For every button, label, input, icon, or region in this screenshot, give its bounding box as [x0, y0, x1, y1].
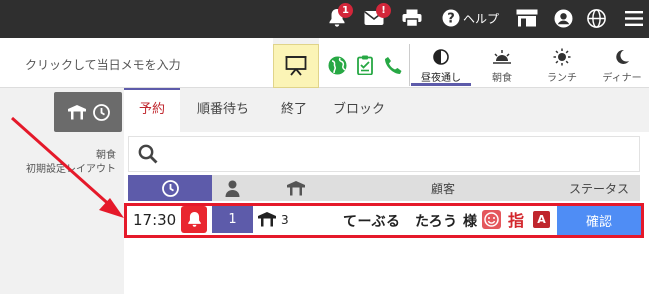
language-button[interactable]: [587, 6, 606, 30]
view-toggle-button[interactable]: [54, 92, 122, 132]
store-icon: [516, 9, 538, 27]
print-button[interactable]: [402, 6, 422, 30]
customer-name[interactable]: てーぶる たろう 様: [343, 211, 477, 231]
printer-icon: [402, 9, 422, 27]
web-reservation-button[interactable]: [327, 55, 347, 75]
globe-icon: [328, 56, 346, 74]
globe-icon: [587, 8, 606, 28]
person-icon: [225, 180, 240, 197]
header-customer-column[interactable]: 顧客: [388, 175, 498, 201]
message-badge: !: [376, 3, 391, 18]
reservation-time: 17:30: [133, 211, 177, 229]
top-bar: 1 ! ? ヘルプ: [0, 0, 649, 38]
hamburger-menu-icon: [625, 10, 643, 26]
menu-button[interactable]: [625, 6, 643, 30]
tab-reservations[interactable]: 予約: [124, 88, 180, 132]
header-table-column[interactable]: [253, 175, 339, 201]
store-button[interactable]: [516, 6, 538, 30]
daily-memo-placeholder: クリックして当日メモを入力: [25, 58, 181, 72]
table-icon: [287, 181, 305, 196]
phone-button[interactable]: [383, 55, 403, 75]
daily-memo-input[interactable]: クリックして当日メモを入力: [0, 38, 273, 88]
toolbar-divider: [409, 44, 410, 86]
reminder-button[interactable]: [181, 206, 207, 233]
tab-block[interactable]: ブロック: [322, 88, 396, 132]
svg-text:?: ?: [447, 12, 455, 27]
bell-icon: [187, 212, 201, 227]
meal-tab-label: ディナー: [602, 73, 642, 84]
meal-label: 朝食: [96, 150, 116, 161]
table-number: 3: [281, 213, 289, 227]
header-party-size-column[interactable]: [212, 175, 253, 201]
help-button[interactable]: ? ヘルプ: [442, 6, 499, 30]
search-input[interactable]: [128, 136, 640, 172]
clock-icon: [161, 179, 179, 197]
app-root: 1 ! ? ヘルプ クリックして当日メモを入力 昼夜通し 朝食 ランチ ディナー…: [0, 0, 649, 294]
party-size: 1: [212, 206, 253, 233]
half-circle-icon: [433, 49, 449, 65]
clock-icon: [92, 103, 110, 121]
presentation-button[interactable]: [273, 44, 319, 88]
user-circle-icon: [554, 9, 573, 27]
messages-button[interactable]: !: [364, 3, 391, 30]
phone-icon: [384, 56, 401, 74]
meal-tab-breakfast[interactable]: 朝食: [472, 44, 532, 86]
rank-badge: A: [533, 211, 550, 228]
meal-tab-dinner[interactable]: ディナー: [592, 44, 649, 86]
layout-label[interactable]: 初期設定レイアウト: [26, 160, 116, 175]
table-icon: [67, 105, 86, 120]
tab-finished[interactable]: 終了: [266, 88, 322, 132]
header-time-column[interactable]: [128, 175, 212, 201]
presentation-board-icon: [285, 56, 307, 76]
table-icon: [258, 212, 276, 227]
mood-badge: [482, 210, 501, 229]
account-button[interactable]: [554, 6, 573, 30]
designation-label: 指: [508, 211, 525, 230]
meal-tab-label: 朝食: [492, 73, 512, 84]
help-label: ヘルプ: [463, 11, 500, 26]
tab-waiting[interactable]: 順番待ち: [180, 88, 266, 132]
meal-tab-lunch[interactable]: ランチ: [532, 44, 592, 86]
meal-tab-all-day[interactable]: 昼夜通し: [411, 44, 471, 86]
meal-tab-label: 昼夜通し: [421, 73, 461, 84]
notification-button[interactable]: 1: [328, 3, 353, 30]
moon-icon: [616, 49, 629, 64]
clipboard-icon: [357, 55, 373, 75]
search-icon: [138, 144, 158, 164]
sun-icon: [553, 48, 571, 66]
meal-tab-label: ランチ: [547, 73, 577, 84]
header-status-column[interactable]: ステータス: [557, 175, 641, 201]
status-tabs: 予約 順番待ち 終了 ブロック: [124, 88, 649, 132]
checklist-button[interactable]: [355, 55, 375, 75]
question-circle-icon: ?: [442, 9, 460, 27]
smile-icon: [484, 212, 499, 227]
confirm-status-button[interactable]: 確認: [557, 206, 641, 235]
notification-badge: 1: [338, 3, 353, 18]
sunrise-icon: [493, 50, 511, 64]
